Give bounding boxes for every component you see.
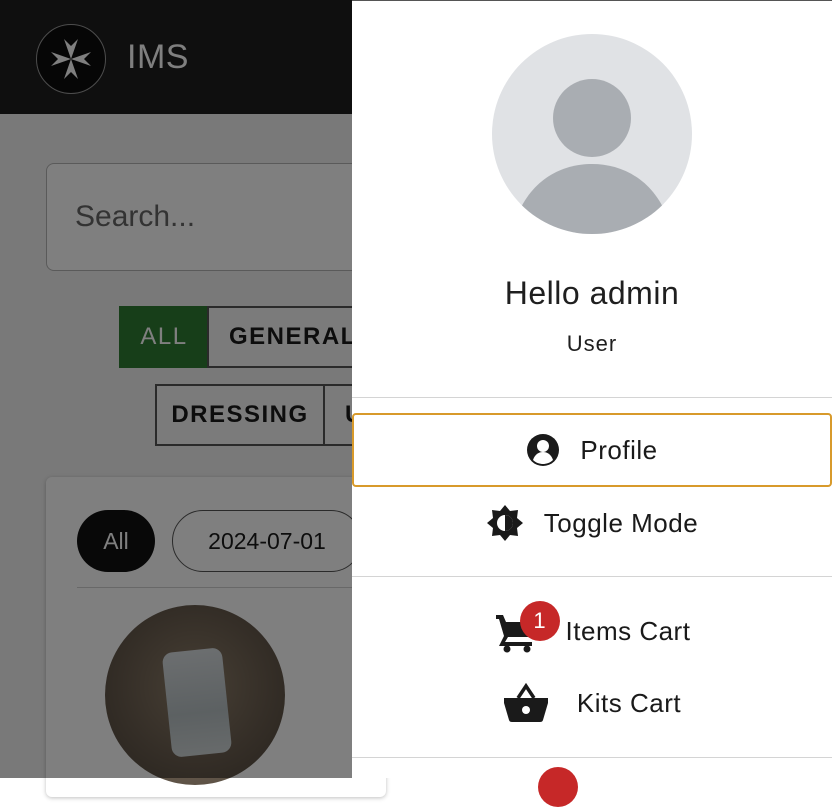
user-role: User <box>566 331 618 356</box>
profile-label: Profile <box>580 434 658 465</box>
items-cart-menu-item[interactable]: 1 Items Cart <box>352 595 832 667</box>
toggle-mode-menu-item[interactable]: Toggle Mode <box>352 487 832 559</box>
shopping-cart-icon: 1 <box>494 601 560 653</box>
items-cart-label: Items Cart <box>565 615 691 646</box>
kits-cart-label: Kits Cart <box>576 687 682 718</box>
divider <box>352 757 832 758</box>
divider <box>352 397 832 398</box>
items-cart-badge: 1 <box>519 601 560 641</box>
user-drawer: Hello admin User Profile Toggle Mode 1 I… <box>352 0 832 807</box>
brightness-icon <box>486 504 524 542</box>
divider <box>352 576 832 577</box>
kits-cart-menu-item[interactable]: Kits Cart <box>352 667 832 739</box>
toggle-mode-label: Toggle Mode <box>543 507 699 538</box>
greeting-text: Hello admin <box>504 275 680 311</box>
avatar <box>492 34 692 234</box>
person-icon <box>517 79 667 234</box>
profile-menu-item[interactable]: Profile <box>352 413 832 487</box>
shopping-basket-icon <box>503 683 549 723</box>
notification-badge <box>538 767 578 807</box>
account-circle-icon <box>526 433 560 467</box>
